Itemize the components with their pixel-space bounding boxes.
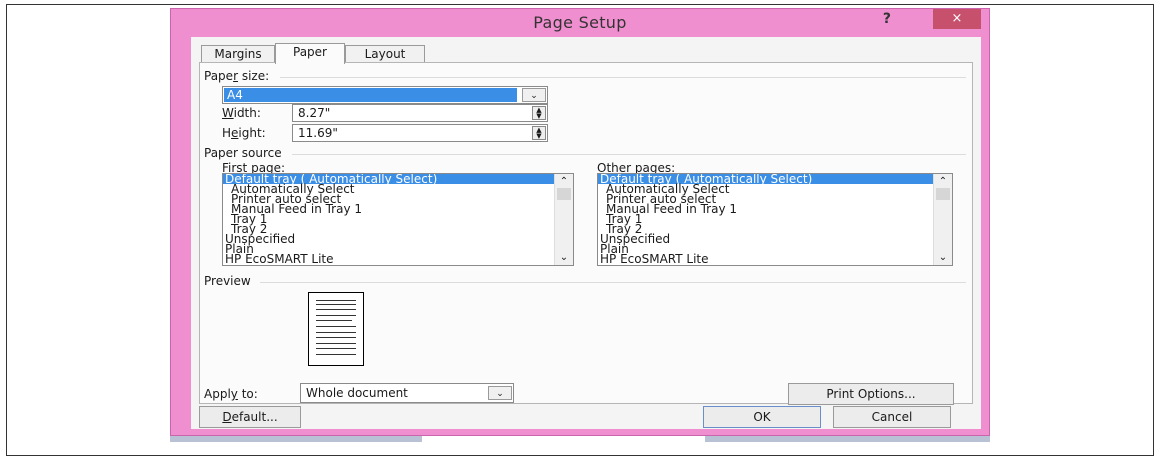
chevron-up-icon[interactable]: ⌃ (555, 176, 573, 187)
height-field[interactable]: 11.69" ▲ ▼ (292, 124, 548, 142)
paper-size-label: Paper size: (204, 69, 270, 83)
preview-line (316, 300, 356, 301)
apply-to-label: Apply to: (204, 387, 258, 401)
preview-line (316, 326, 356, 327)
close-button[interactable]: × (933, 9, 981, 29)
preview-line (316, 354, 356, 355)
list-item[interactable]: HP EcoSMART Lite (223, 253, 573, 265)
chevron-down-icon[interactable]: ⌄ (488, 386, 512, 400)
first-page-scrollbar[interactable]: ⌃ ⌄ (554, 174, 573, 265)
print-options-button[interactable]: Print Options... (788, 383, 954, 405)
chevron-down-icon[interactable]: ⌄ (522, 88, 546, 102)
dialog-title: Page Setup (533, 13, 627, 32)
scroll-thumb[interactable] (557, 188, 571, 200)
list-item[interactable]: HP EcoSMART Lite (598, 253, 952, 265)
list-item[interactable]: Manual Feed in Tray 1 (598, 203, 952, 215)
paper-size-value: A4 (224, 88, 517, 102)
preview-line (316, 332, 356, 333)
preview-line (316, 320, 352, 321)
height-spinner[interactable]: ▲ ▼ (532, 126, 546, 140)
chevron-down-icon[interactable]: ⌄ (934, 252, 952, 263)
paper-source-divider (292, 154, 966, 155)
preview-line (316, 337, 356, 338)
paper-size-divider (280, 77, 966, 78)
preview-label: Preview (204, 274, 251, 288)
width-label: Width: (222, 106, 261, 120)
apply-to-select[interactable]: Whole document ⌄ (300, 383, 514, 403)
chevron-down-icon[interactable]: ⌄ (555, 252, 573, 263)
dialog-client: Margins Paper Layout Paper size: A4 ⌄ Wi… (191, 37, 981, 429)
cancel-button[interactable]: Cancel (833, 406, 951, 428)
height-label: Height: (222, 126, 266, 140)
paper-source-label: Paper source (204, 146, 282, 160)
page-setup-dialog: Page Setup ? × Margins Paper Layout Pape… (170, 8, 990, 436)
list-item[interactable]: Manual Feed in Tray 1 (223, 203, 573, 215)
width-value: 8.27" (298, 106, 331, 120)
preview-line (316, 315, 356, 316)
preview-line (316, 343, 356, 344)
other-pages-list[interactable]: Default tray ( Automatically Select) Aut… (597, 173, 953, 266)
list-item[interactable]: Unspecified (598, 233, 952, 245)
preview-divider (260, 282, 966, 283)
help-button[interactable]: ? (883, 11, 891, 27)
width-spinner[interactable]: ▲ ▼ (532, 106, 546, 120)
tab-paper[interactable]: Paper (275, 43, 345, 64)
paper-size-select[interactable]: A4 ⌄ (222, 86, 548, 104)
scroll-thumb[interactable] (936, 188, 950, 200)
apply-to-value: Whole document (306, 386, 408, 400)
chevron-up-icon[interactable]: ⌃ (934, 176, 952, 187)
height-value: 11.69" (298, 126, 338, 140)
first-page-list[interactable]: Default tray ( Automatically Select) Aut… (222, 173, 574, 266)
other-pages-scrollbar[interactable]: ⌃ ⌄ (933, 174, 952, 265)
list-item[interactable]: Unspecified (223, 233, 573, 245)
tab-margins[interactable]: Margins (201, 45, 275, 63)
preview-line (316, 348, 356, 349)
preview-line (316, 304, 356, 305)
ok-button[interactable]: OK (703, 406, 821, 428)
preview-page (308, 292, 364, 366)
default-button[interactable]: Default... (199, 406, 301, 428)
preview-line (316, 309, 356, 310)
width-field[interactable]: 8.27" ▲ ▼ (292, 104, 548, 122)
tab-layout[interactable]: Layout (345, 45, 425, 63)
title-bar[interactable]: Page Setup ? × (171, 9, 989, 37)
paper-tab-panel: Paper size: A4 ⌄ Width: 8.27" ▲ ▼ Height:… (199, 62, 973, 405)
